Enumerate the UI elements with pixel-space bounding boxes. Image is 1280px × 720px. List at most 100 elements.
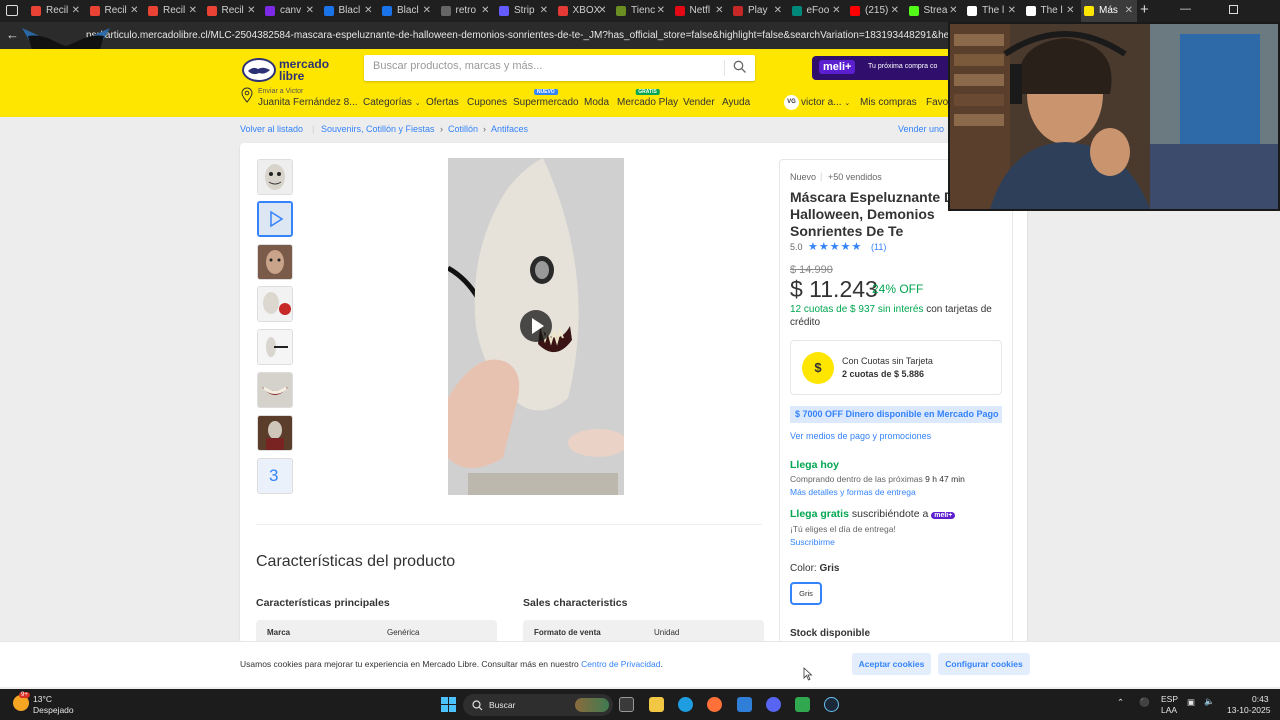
close-tab-icon[interactable]: ✕ [481,0,489,22]
cuotas-box[interactable]: $ Con Cuotas sin Tarjeta 2 cuotas de $ 5… [790,340,1002,395]
breadcrumb-item[interactable]: Souvenirs, Cotillón y Fiestas [321,124,435,134]
new-tab-icon[interactable]: + [1140,1,1149,18]
accept-cookies-button[interactable]: Aceptar cookies [852,653,931,675]
browser-tab[interactable]: XBOX ✕ [555,0,611,22]
close-tab-icon[interactable]: ✕ [715,0,723,22]
reviews-count[interactable]: (11) [871,242,886,252]
close-tab-icon[interactable]: ✕ [540,0,548,22]
close-tab-icon[interactable]: ✕ [832,0,840,22]
breadcrumb-item[interactable]: Cotillón [448,124,478,134]
game-launcher-icon[interactable] [795,697,810,712]
thumbnail[interactable] [257,244,293,280]
close-tab-icon[interactable]: ✕ [72,0,80,22]
clock-time[interactable]: 0:43 [1252,694,1269,704]
thumbnail[interactable] [257,372,293,408]
browser-tab[interactable]: eFoo ✕ [789,0,845,22]
payment-methods-link[interactable]: Ver medios de pago y promociones [790,431,931,441]
subscribe-link[interactable]: Suscribirme [790,537,835,547]
avatar[interactable]: VG [784,95,799,110]
nav-categorias[interactable]: Categorías ⌄ [363,97,421,108]
play-button[interactable] [520,310,552,342]
network-icon[interactable]: ▣ [1187,697,1195,708]
browser-tab[interactable]: canv ✕ [262,0,318,22]
nav-ayuda[interactable]: Ayuda [722,97,750,108]
language-layout[interactable]: LAA [1161,705,1177,715]
browser-tab[interactable]: retro ✕ [438,0,494,22]
thumbnail[interactable] [257,286,293,322]
search-input[interactable] [373,60,713,72]
browser-tab[interactable]: Strip ✕ [496,0,552,22]
close-tab-icon[interactable]: ✕ [598,0,606,22]
steam-icon[interactable] [824,697,839,712]
close-tab-icon[interactable]: ✕ [306,0,314,22]
close-tab-icon[interactable]: ✕ [1008,0,1016,22]
store-icon[interactable] [737,697,752,712]
configure-cookies-button[interactable]: Configurar cookies [938,653,1030,675]
back-arrow-icon[interactable]: ← [6,27,19,42]
close-tab-icon[interactable]: ✕ [189,0,197,22]
file-explorer-icon[interactable] [649,697,664,712]
maximize-icon[interactable] [1229,5,1238,14]
nav-cupones[interactable]: Cupones [467,97,507,108]
browser-tab[interactable]: Recil ✕ [145,0,201,22]
close-tab-icon[interactable]: ✕ [949,0,957,22]
url-field[interactable]: ps://articulo.mercadolibre.cl/MLC-250438… [86,22,956,49]
browser-tab[interactable]: Más ✕ [1081,0,1137,22]
browser-tab[interactable]: Blacl ✕ [321,0,377,22]
search-icon[interactable] [733,60,747,74]
meli-plus-banner[interactable]: meli+ Tu próxima compra co [812,56,952,80]
browser-tab[interactable]: Netfl ✕ [672,0,728,22]
edge-browser-icon[interactable] [678,697,693,712]
close-tab-icon[interactable]: ✕ [1125,0,1133,22]
volume-icon[interactable]: 🔈 [1204,696,1215,707]
browser-tab[interactable]: (215) ✕ [847,0,903,22]
windows-start-icon[interactable] [441,697,456,712]
close-tab-icon[interactable]: ✕ [891,0,899,22]
window-menu-icon[interactable] [6,5,18,16]
color-option-gris[interactable]: Gris [790,582,822,605]
product-video-preview[interactable] [448,158,624,495]
close-tab-icon[interactable]: ✕ [130,0,138,22]
mercadolibre-logo[interactable]: mercado libre [241,56,341,84]
nav-supermercado[interactable]: NUEVO Supermercado [513,89,579,108]
thumbnail[interactable] [257,415,293,451]
browser-tab[interactable]: The l ✕ [964,0,1020,22]
nav-user-menu[interactable]: victor a... ⌄ [801,97,850,108]
minimize-icon[interactable]: — [1180,3,1191,15]
nav-mercado-play[interactable]: GRATIS Mercado Play [617,89,678,108]
close-tab-icon[interactable]: ✕ [247,0,255,22]
task-view-icon[interactable] [619,697,634,712]
clock-date[interactable]: 13-10-2025 [1227,705,1270,715]
thumbnail-more[interactable]: 3 [257,458,293,494]
language-code[interactable]: ESP [1161,694,1178,704]
breadcrumb-item[interactable]: Antifaces [491,124,528,134]
close-tab-icon[interactable]: ✕ [774,0,782,22]
taskbar-search[interactable]: Buscar [463,694,613,716]
browser-tab[interactable]: The l ✕ [1023,0,1079,22]
browser-tab[interactable]: Play ✕ [730,0,786,22]
rating-stars-icon[interactable]: ★★★★★ [808,240,862,253]
nav-vender[interactable]: Vender [683,97,715,108]
nav-ofertas[interactable]: Ofertas [426,97,459,108]
privacy-center-link[interactable]: Centro de Privacidad [581,659,660,669]
browser-tab[interactable]: Recil ✕ [87,0,143,22]
thumbnail[interactable] [257,329,293,365]
close-tab-icon[interactable]: ✕ [423,0,431,22]
nav-mis-compras[interactable]: Mis compras [860,97,917,108]
browser-tab[interactable]: Recil ✕ [204,0,260,22]
back-to-list-link[interactable]: Volver al listado [240,124,303,134]
thumbnail[interactable] [257,159,293,195]
close-tab-icon[interactable]: ✕ [657,0,665,22]
nav-moda[interactable]: Moda [584,97,609,108]
browser-tab[interactable]: Recil ✕ [28,0,84,22]
browser-tab[interactable]: Blacl ✕ [379,0,435,22]
sell-similar-link[interactable]: Vender uno [898,124,944,134]
firefox-icon[interactable] [707,697,722,712]
close-tab-icon[interactable]: ✕ [1066,0,1074,22]
browser-tab[interactable]: Strea ✕ [906,0,962,22]
delivery-details-link[interactable]: Más detalles y formas de entrega [790,487,916,497]
tray-chevron-up-icon[interactable]: ⌃ [1117,697,1124,708]
browser-tab[interactable]: Tienc ✕ [613,0,669,22]
thumbnail-video[interactable] [257,201,293,237]
discord-icon[interactable] [766,697,781,712]
